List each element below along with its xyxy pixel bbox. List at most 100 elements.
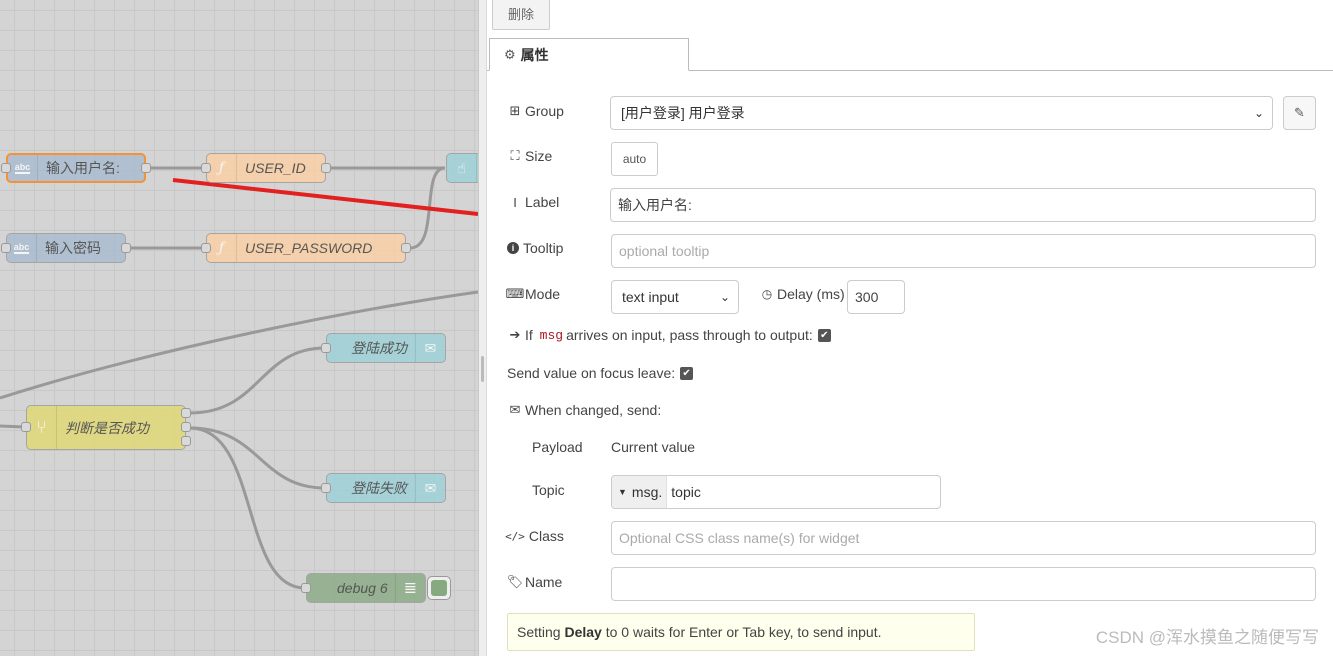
caret-down-icon: ▼ xyxy=(618,487,627,497)
group-select[interactable]: [用户登录] 用户登录 ⌄ xyxy=(610,96,1273,130)
flow-wires xyxy=(0,166,478,590)
size-label-text: Size xyxy=(525,148,553,164)
delete-button[interactable]: 删除 xyxy=(492,0,550,30)
node-output-port[interactable] xyxy=(181,408,191,418)
text-input-node-password[interactable]: abc 输入密码 xyxy=(6,233,126,263)
when-changed-label: When changed, send: xyxy=(525,402,662,418)
label-label-text: Label xyxy=(525,194,560,210)
function-node-user-password[interactable]: ƒ USER_PASSWORD xyxy=(206,233,406,263)
envelope-icon: ✉ xyxy=(415,474,445,502)
node-output-port[interactable] xyxy=(321,163,331,173)
group-label: ⊞ Group xyxy=(507,103,564,119)
node-output-port[interactable] xyxy=(121,243,131,253)
debug-node[interactable]: debug 6 ≣ xyxy=(306,573,426,603)
label-label: Ι Label xyxy=(507,194,559,210)
size-label: ⛶ Size xyxy=(507,148,552,164)
node-label: 输入用户名: xyxy=(46,160,120,176)
flow-canvas[interactable]: abc 输入用户名: ƒ USER_ID ☝ abc 输入密码 ƒ USER_P… xyxy=(0,0,478,656)
class-label-text: Class xyxy=(528,528,564,544)
watermark: CSDN @浑水摸鱼之随便写写 xyxy=(1095,628,1319,647)
topic-value: topic xyxy=(671,484,701,500)
email-node-fail[interactable]: 登陆失败 ✉ xyxy=(326,473,446,503)
function-icon: ƒ xyxy=(207,234,237,262)
function-icon: ƒ xyxy=(207,154,237,182)
node-input-port[interactable] xyxy=(321,483,331,493)
node-label: 登陆成功 xyxy=(351,340,407,356)
envelope-icon: ✉ xyxy=(415,334,445,362)
node-output-port[interactable] xyxy=(141,163,151,173)
group-label-text: Group xyxy=(525,103,564,119)
node-output-port[interactable] xyxy=(401,243,411,253)
node-input-port[interactable] xyxy=(201,163,211,173)
focus-leave-label: Send value on focus leave: xyxy=(507,365,676,381)
tab-label: 属性 xyxy=(520,46,549,63)
name-label-text: Name xyxy=(525,574,563,590)
text-input-node-username[interactable]: abc 输入用户名: xyxy=(6,153,146,183)
table-icon: ⊞ xyxy=(509,103,521,118)
delay-input[interactable]: 300 xyxy=(847,280,905,314)
group-select-value: [用户登录] 用户登录 xyxy=(621,105,745,121)
tip-text-before: Setting xyxy=(517,624,561,640)
size-button[interactable]: auto xyxy=(611,142,658,176)
abc-icon: abc xyxy=(7,234,37,262)
class-input[interactable]: Optional CSS class name(s) for widget xyxy=(611,521,1316,555)
node-input-port[interactable] xyxy=(321,343,331,353)
debug-toggle-button[interactable] xyxy=(427,576,451,600)
topic-typed-input[interactable]: ▼ msg. topic xyxy=(611,475,941,509)
payload-label: Payload xyxy=(532,439,583,455)
tooltip-input[interactable]: optional tooltip xyxy=(611,234,1316,268)
tooltip-label: i Tooltip xyxy=(507,240,563,256)
mode-select-value: text input xyxy=(622,289,679,305)
node-input-port[interactable] xyxy=(1,163,11,173)
name-input[interactable] xyxy=(611,567,1316,601)
switch-node[interactable]: ⑂ 判断是否成功 xyxy=(26,405,186,450)
when-changed-row: ✉ When changed, send: xyxy=(507,402,662,418)
node-label: debug 6 xyxy=(337,580,388,596)
payload-value: Current value xyxy=(611,439,696,455)
tip-text-after: to 0 waits for Enter or Tab key, to send… xyxy=(605,624,882,640)
wire xyxy=(189,346,326,415)
code-icon: </> xyxy=(505,529,525,543)
node-output-port[interactable] xyxy=(181,436,191,446)
email-node-success[interactable]: 登陆成功 ✉ xyxy=(326,333,446,363)
chevron-down-icon: ⌄ xyxy=(1253,106,1264,120)
node-output-port[interactable] xyxy=(181,422,191,432)
gear-icon: ⚙ xyxy=(504,46,516,62)
panel-resize-handle[interactable] xyxy=(478,0,487,656)
info-icon: i xyxy=(507,242,519,254)
passthrough-row: ➔ If msg arrives on input, pass through … xyxy=(507,327,831,343)
tooltip-label-text: Tooltip xyxy=(523,240,564,256)
keyboard-icon: ⌨ xyxy=(505,286,525,301)
envelope-icon: ✉ xyxy=(509,402,521,417)
delay-label-text: Delay (ms) xyxy=(777,286,845,302)
node-input-port[interactable] xyxy=(21,422,31,432)
chevron-down-icon: ⌄ xyxy=(719,290,730,304)
switch-icon: ⑂ xyxy=(27,406,57,449)
tab-properties[interactable]: ⚙ 属性 xyxy=(489,38,689,71)
topic-prefix: msg. xyxy=(631,484,663,500)
node-input-port[interactable] xyxy=(1,243,11,253)
mode-label: ⌨ Mode xyxy=(505,286,560,302)
passthrough-checkbox[interactable]: ✔ xyxy=(817,328,831,342)
delay-label: ◷ Delay (ms) xyxy=(759,286,845,302)
editor-tabs: ⚙ 属性 xyxy=(487,38,1333,71)
node-label: USER_ID xyxy=(245,160,306,176)
resize-icon: ⛶ xyxy=(510,148,520,163)
pencil-icon: ✎ xyxy=(1294,105,1305,120)
focus-leave-checkbox[interactable]: ✔ xyxy=(680,366,694,380)
edit-group-button[interactable]: ✎ xyxy=(1283,96,1316,130)
list-icon: ≣ xyxy=(395,574,425,602)
node-input-port[interactable] xyxy=(201,243,211,253)
label-input[interactable]: 输入用户名: xyxy=(610,188,1316,222)
node-label: USER_PASSWORD xyxy=(245,240,373,256)
node-input-port[interactable] xyxy=(301,583,311,593)
focus-leave-row: Send value on focus leave: ✔ xyxy=(507,365,694,381)
function-node-user-id[interactable]: ƒ USER_ID xyxy=(206,153,326,183)
topic-type-selector[interactable]: ▼ msg. xyxy=(612,476,668,508)
node-editor-panel: 删除 ⚙ 属性 ⊞ Group [用户登录] 用户登录 ⌄ ✎ ⛶ Size a… xyxy=(487,0,1333,656)
partial-node-right[interactable]: ☝ xyxy=(446,153,478,183)
mode-select[interactable]: text input ⌄ xyxy=(611,280,739,314)
text-cursor-icon: Ι xyxy=(513,194,517,210)
node-label: 判断是否成功 xyxy=(65,419,149,436)
node-label: 输入密码 xyxy=(45,240,101,256)
